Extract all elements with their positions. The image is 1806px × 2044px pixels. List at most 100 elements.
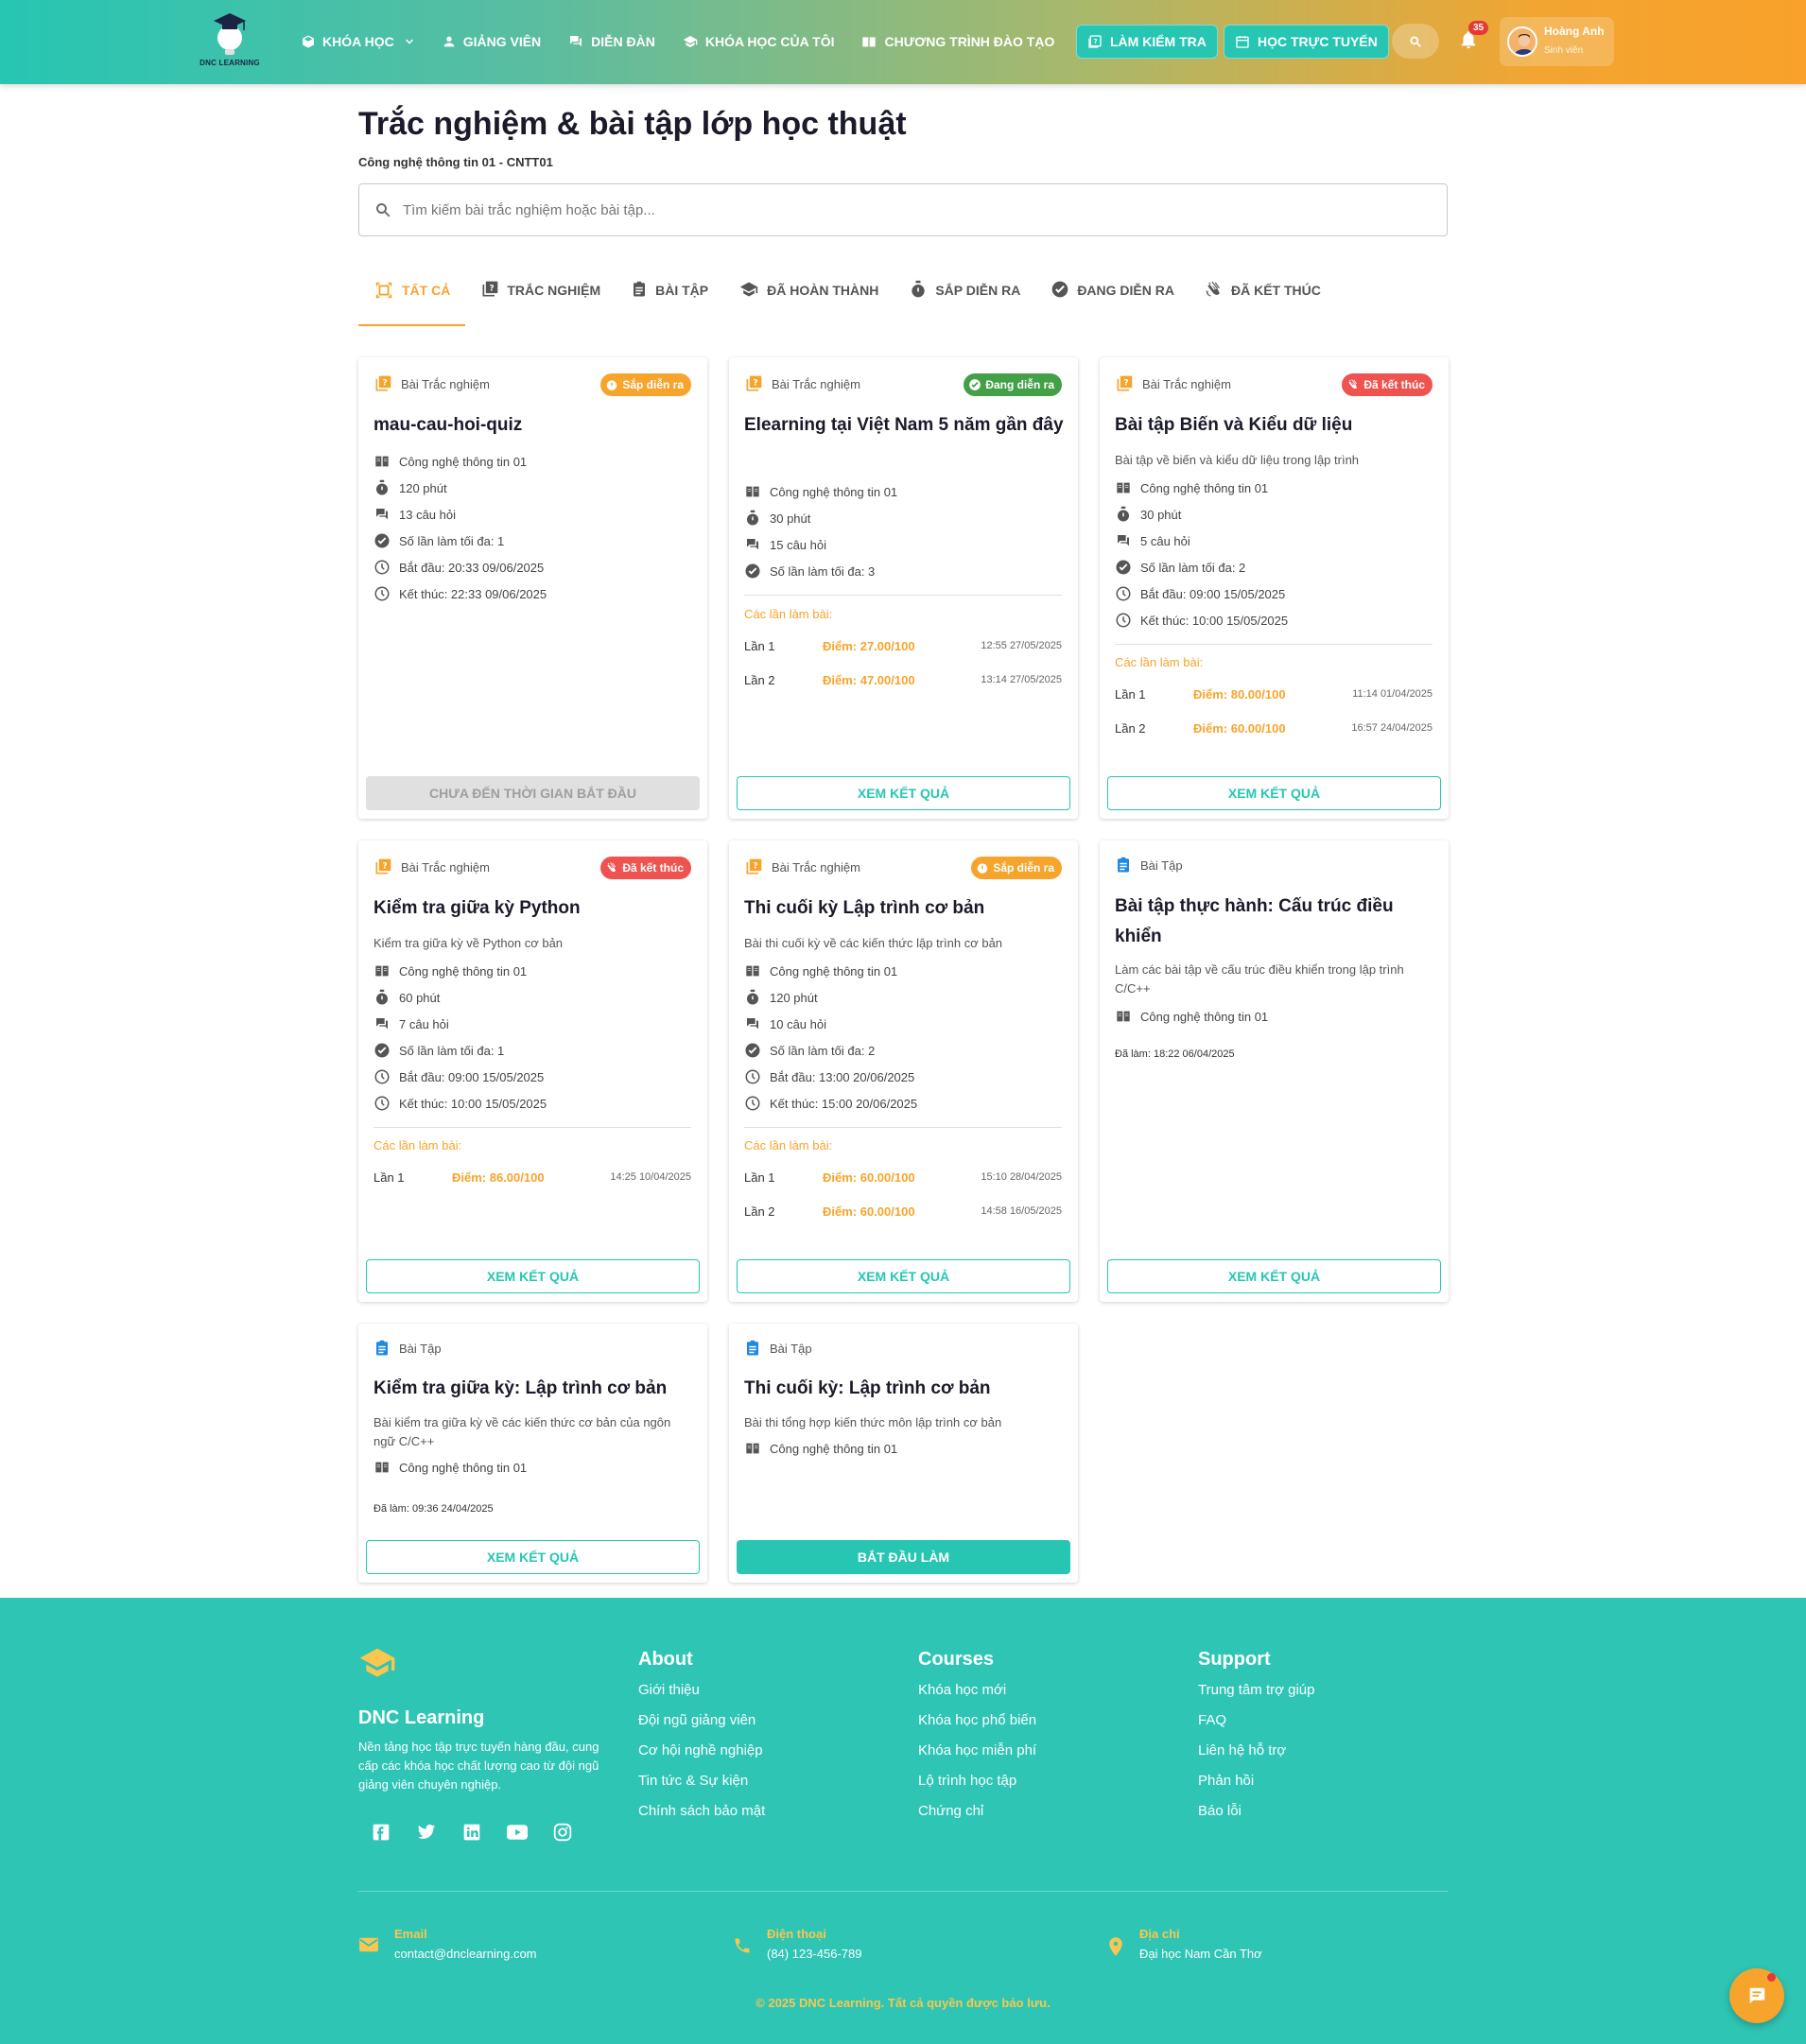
- card-type-label: Bài Tập: [399, 1341, 442, 1356]
- footer-support: Support Trung tâm trợ giúp FAQ Liên hệ h…: [1198, 1649, 1315, 1830]
- view-result-button[interactable]: XEM KẾT QUẢ: [366, 1540, 700, 1574]
- attempt-score: Điểm: 86.00/100: [452, 1170, 545, 1185]
- footer: DNC Learning Nền tảng học tập trực tuyến…: [0, 1598, 1806, 2044]
- footer-link[interactable]: Báo lỗi: [1198, 1800, 1315, 1830]
- tab-ended[interactable]: ĐÃ KẾT THÚC: [1190, 271, 1336, 326]
- svg-text:?: ?: [1094, 38, 1098, 45]
- card-type-label: Bài Tập: [1140, 857, 1183, 873]
- user-name: Hoàng Anh: [1544, 25, 1605, 38]
- book-icon: [375, 456, 389, 467]
- start-assignment-button[interactable]: BẮT ĐẦU LÀM: [737, 1540, 1070, 1574]
- quiz-card: ? Bài Trắc nghiệm Đã kết thúc Kiểm tra g…: [358, 840, 707, 1302]
- nav-instructors[interactable]: GIẢNG VIÊN: [442, 28, 541, 55]
- footer-link[interactable]: Trung tâm trợ giúp: [1198, 1679, 1315, 1709]
- attempt-score: Điểm: 27.00/100: [823, 639, 915, 653]
- twitter-icon[interactable]: [404, 1813, 449, 1851]
- attempt-time: 12:55 27/05/2025: [981, 640, 1062, 651]
- status-badge: Đã kết thúc: [600, 857, 691, 879]
- timer-icon: [747, 510, 758, 526]
- meta-questions-text: 15 câu hỏi: [770, 537, 826, 552]
- tab-quiz[interactable]: ? TRẮC NGHIỆM: [465, 271, 616, 326]
- forum-icon: [376, 1018, 388, 1030]
- contact-address: Địa chỉ Đại học Nam Cần Thơ: [1107, 1927, 1262, 1961]
- take-test-button[interactable]: ? LÀM KIỂM TRA: [1076, 25, 1218, 59]
- footer-link[interactable]: Khóa học mới: [918, 1679, 1036, 1709]
- meta-questions: 13 câu hỏi: [373, 501, 547, 528]
- check-circle-icon: [969, 379, 981, 390]
- view-result-button[interactable]: XEM KẾT QUẢ: [737, 776, 1070, 810]
- forum-icon: [376, 509, 388, 520]
- footer-link[interactable]: Tin tức & Sự kiện: [638, 1770, 765, 1800]
- facebook-icon[interactable]: [358, 1813, 404, 1851]
- footer-link[interactable]: Chính sách bảo mật: [638, 1800, 765, 1830]
- attempt-time: 14:25 10/04/2025: [610, 1171, 691, 1183]
- view-result-button[interactable]: XEM KẾT QUẢ: [366, 1259, 700, 1293]
- user-menu[interactable]: Hoàng Anh Sinh viên: [1500, 17, 1614, 66]
- meta-start: Bắt đầu: 09:00 15/05/2025: [1115, 580, 1288, 607]
- contact-value[interactable]: (84) 123-456-789: [767, 1947, 861, 1961]
- meta-course-text: Công nghệ thông tin 01: [770, 1441, 898, 1456]
- svg-text:?: ?: [490, 284, 495, 294]
- mail-icon: [359, 1937, 378, 1952]
- tab-completed[interactable]: ĐÃ HOÀN THÀNH: [723, 271, 894, 326]
- chat-button[interactable]: [1729, 1968, 1784, 2023]
- online-learning-button[interactable]: HỌC TRỰC TUYẾN: [1224, 25, 1389, 59]
- assignment-card: Bài Tập Kiểm tra giữa kỳ: Lập trình cơ b…: [358, 1324, 707, 1583]
- nav-forum[interactable]: DIỄN ĐÀN: [567, 28, 655, 55]
- footer-link[interactable]: Cơ hội nghề nghiệp: [638, 1740, 765, 1770]
- header-search-button[interactable]: [1392, 24, 1439, 59]
- youtube-icon[interactable]: [495, 1813, 540, 1851]
- search-box[interactable]: [358, 183, 1448, 236]
- attempt-number: Lần 2: [744, 673, 775, 687]
- instagram-icon[interactable]: [540, 1813, 585, 1851]
- footer-link[interactable]: Lộ trình học tập: [918, 1770, 1036, 1800]
- not-started-button[interactable]: CHƯA ĐẾN THỜI GIAN BẮT ĐẦU: [366, 776, 700, 810]
- tab-ongoing[interactable]: ĐANG DIỄN RA: [1035, 271, 1190, 326]
- attempts-label: Các lần làm bài:: [373, 1138, 462, 1152]
- status-badge-label: Sắp diễn ra: [993, 861, 1054, 875]
- card-description: Bài kiểm tra giữa kỳ về các kiến thức cơ…: [373, 1415, 671, 1448]
- meta-questions: 5 câu hỏi: [1115, 528, 1288, 554]
- assignment-card: Bài Tập Bài tập thực hành: Cấu trúc điều…: [1100, 840, 1449, 1302]
- card-type: Bài Tập: [1115, 856, 1183, 875]
- check-circle-icon: [1116, 560, 1131, 575]
- footer-link[interactable]: FAQ: [1198, 1709, 1315, 1740]
- contact-value[interactable]: contact@dnclearning.com: [394, 1947, 537, 1961]
- footer-link[interactable]: Liên hệ hỗ trợ: [1198, 1740, 1315, 1770]
- footer-link[interactable]: Giới thiệu: [638, 1679, 765, 1709]
- meta-end: Kết thúc: 10:00 15/05/2025: [1115, 607, 1288, 633]
- meta-course-text: Công nghệ thông tin 01: [399, 1460, 528, 1475]
- divider: [744, 595, 1062, 596]
- footer-link[interactable]: Khóa học phổ biến: [918, 1709, 1036, 1740]
- status-badge: Sắp diễn ra: [600, 373, 691, 396]
- view-result-button[interactable]: XEM KẾT QUẢ: [737, 1259, 1070, 1293]
- assignment-icon: [747, 1340, 758, 1356]
- logo[interactable]: DNC LEARNING: [197, 9, 263, 76]
- card-description: Bài thi tổng hợp kiến thức môn lập trình…: [744, 1415, 1002, 1429]
- footer-link[interactable]: Khóa học miễn phí: [918, 1740, 1036, 1770]
- meta-end: Kết thúc: 15:00 20/06/2025: [744, 1090, 917, 1117]
- linkedin-icon[interactable]: [449, 1813, 495, 1851]
- tab-all[interactable]: TẤT CẢ: [358, 271, 466, 326]
- nav-my-courses[interactable]: KHÓA HỌC CỦA TÔI: [682, 28, 834, 55]
- attempt-score: Điểm: 60.00/100: [1193, 721, 1286, 736]
- meta-max-attempts: Số lần làm tối đa: 2: [1115, 554, 1288, 580]
- footer-link[interactable]: Phản hồi: [1198, 1770, 1315, 1800]
- nav-courses[interactable]: KHÓA HỌC: [301, 28, 415, 55]
- footer-col-title: Support: [1198, 1649, 1271, 1670]
- contact-label: Điện thoại: [767, 1927, 826, 1941]
- footer-link[interactable]: Chứng chỉ: [918, 1800, 1036, 1830]
- search-input[interactable]: [403, 201, 1348, 218]
- meta-duration-text: 120 phút: [770, 990, 818, 1005]
- view-result-button[interactable]: XEM KẾT QUẢ: [1107, 1259, 1441, 1293]
- view-result-button[interactable]: XEM KẾT QUẢ: [1107, 776, 1441, 810]
- done-at: Đã làm: 18:22 06/04/2025: [1115, 1048, 1235, 1060]
- nav-programs[interactable]: CHƯƠNG TRÌNH ĐÀO TẠO: [860, 28, 1054, 55]
- filter-tabs: TẤT CẢ ? TRẮC NGHIỆM BÀI TẬP ĐÃ HOÀN THÀ…: [358, 271, 1336, 326]
- tab-assignment[interactable]: BÀI TẬP: [616, 271, 723, 326]
- meta-duration-text: 30 phút: [1140, 507, 1182, 522]
- footer-link[interactable]: Đội ngũ giảng viên: [638, 1709, 765, 1740]
- nav-label: DIỄN ĐÀN: [591, 34, 655, 49]
- meta-end-text: Kết thúc: 10:00 15/05/2025: [399, 1096, 547, 1111]
- tab-upcoming[interactable]: SẮP DIỄN RA: [894, 271, 1035, 326]
